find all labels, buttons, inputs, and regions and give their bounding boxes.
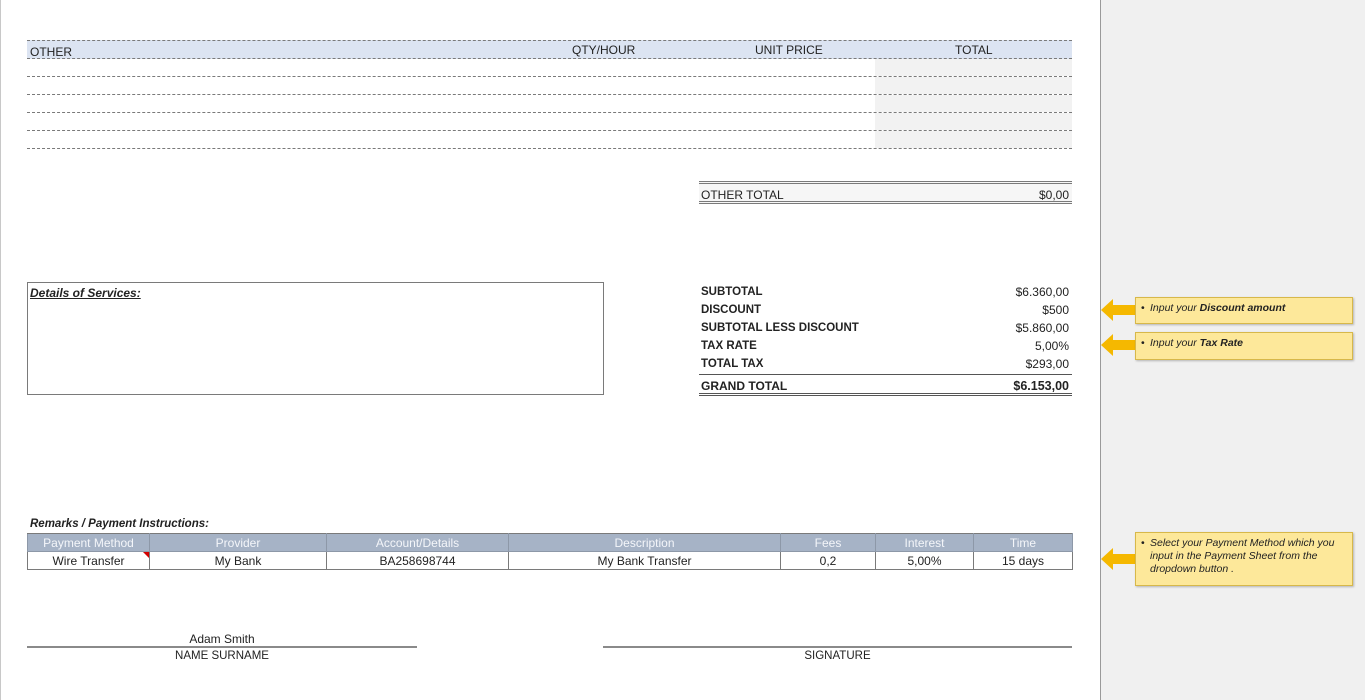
total-tax-value[interactable]: $293,00 [1026,357,1069,371]
other-row[interactable] [27,95,1072,113]
comment-marker-icon[interactable] [143,552,149,558]
description-cell[interactable]: My Bank Transfer [508,551,781,570]
discount-callout-bold: Discount amount [1199,302,1286,314]
total-tax-row: TOTAL TAX $293,00 [699,356,1072,374]
payment-header-cell: Fees [780,533,876,552]
subtotal-less-discount-label: SUBTOTAL LESS DISCOUNT [701,322,859,334]
total-cell[interactable] [875,95,1072,112]
payment-header-cell: Account/Details [326,533,509,552]
left-arrow-icon [1101,548,1135,570]
fees-cell[interactable]: 0,2 [780,551,876,570]
payment-method-cell[interactable]: Wire Transfer [27,551,150,570]
discount-callout: Input your Discount amount [1135,297,1353,324]
payment-header-cell: Payment Method [27,533,150,552]
payment-callout-text: Select your Payment Method which you inp… [1150,537,1335,575]
subtotal-row: SUBTOTAL $6.360,00 [699,284,1072,302]
subtotal-label: SUBTOTAL [701,286,763,298]
invoice-sheet: OTHER QTY/HOUR UNIT PRICE TOTAL OTHER TO… [0,0,1100,700]
other-table-header: OTHER QTY/HOUR UNIT PRICE TOTAL [27,40,1072,59]
tax-callout: Input your Tax Rate [1135,332,1353,360]
name-surname-label: NAME SURNAME [175,650,269,662]
discount-label: DISCOUNT [701,304,762,316]
details-title: Details of Services: [30,286,141,300]
discount-callout-prefix: Input your [1150,302,1200,314]
grand-total-row: GRAND TOTAL $6.153,00 [699,374,1072,396]
signer-name[interactable]: Adam Smith [27,632,417,646]
tax-rate-label: TAX RATE [701,340,757,352]
header-qty-hour: QTY/HOUR [572,43,636,57]
other-total-label: OTHER TOTAL [701,188,784,202]
discount-row: DISCOUNT $500 [699,302,1072,320]
payment-header-cell: Provider [149,533,327,552]
interest-cell[interactable]: 5,00% [875,551,974,570]
details-of-services-box[interactable]: Details of Services: [27,282,604,395]
grand-total-value[interactable]: $6.153,00 [1013,379,1069,393]
grand-total-label: GRAND TOTAL [701,379,788,393]
payment-header-cell: Interest [875,533,974,552]
payment-method-value: Wire Transfer [52,553,125,568]
discount-value[interactable]: $500 [1042,303,1069,317]
total-cell[interactable] [875,131,1072,148]
other-row[interactable] [27,59,1072,77]
total-cell[interactable] [875,59,1072,76]
payment-table: Payment Method Provider Account/Details … [27,533,1073,570]
signature-line [603,646,1072,648]
total-cell[interactable] [875,113,1072,130]
payment-header-cell: Time [973,533,1073,552]
total-cell[interactable] [875,77,1072,94]
other-total-row: OTHER TOTAL $0,00 [699,181,1072,204]
tax-callout-prefix: Input your [1150,337,1200,349]
time-cell[interactable]: 15 days [973,551,1073,570]
table-row: Wire Transfer My Bank BA258698744 My Ban… [27,551,1073,570]
left-arrow-icon [1101,299,1135,321]
payment-callout: Select your Payment Method which you inp… [1135,532,1353,586]
header-other: OTHER [30,45,72,59]
subtotal-less-discount-row: SUBTOTAL LESS DISCOUNT $5.860,00 [699,320,1072,338]
other-row[interactable] [27,131,1072,149]
total-tax-label: TOTAL TAX [701,358,764,370]
tax-callout-bold: Tax Rate [1199,337,1244,349]
tax-rate-value[interactable]: 5,00% [1035,339,1069,353]
account-cell[interactable]: BA258698744 [326,551,509,570]
payment-header-cell: Description [508,533,781,552]
other-total-value[interactable]: $0,00 [1039,188,1069,202]
remarks-title: Remarks / Payment Instructions: [30,518,209,530]
tax-rate-row: TAX RATE 5,00% [699,338,1072,356]
other-row[interactable] [27,77,1072,95]
left-arrow-icon [1101,334,1135,356]
other-items-table: OTHER QTY/HOUR UNIT PRICE TOTAL [27,40,1072,149]
subtotal-less-discount-value[interactable]: $5.860,00 [1016,321,1069,335]
header-unit-price: UNIT PRICE [755,43,823,57]
provider-cell[interactable]: My Bank [149,551,327,570]
other-row[interactable] [27,113,1072,131]
header-total: TOTAL [955,43,993,57]
subtotal-value[interactable]: $6.360,00 [1016,285,1069,299]
summary-block: SUBTOTAL $6.360,00 DISCOUNT $500 SUBTOTA… [699,284,1072,396]
signature-label: SIGNATURE [804,650,871,662]
payment-table-header: Payment Method Provider Account/Details … [27,533,1073,552]
name-line [27,646,417,648]
